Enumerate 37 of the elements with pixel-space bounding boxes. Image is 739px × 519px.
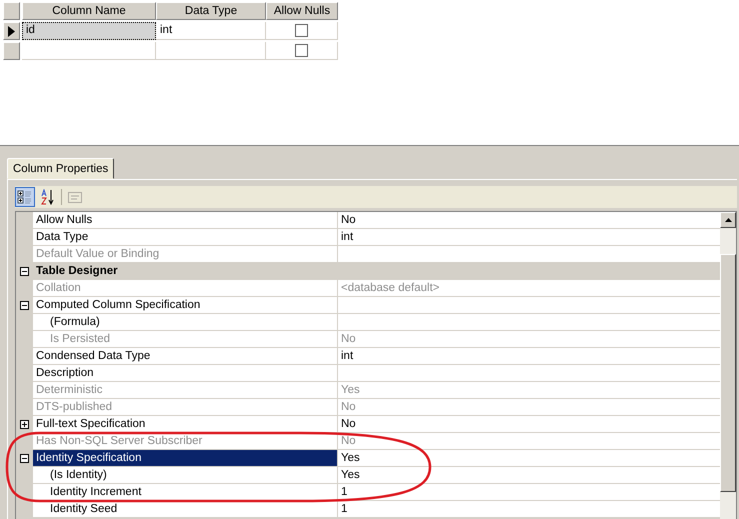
property-value[interactable]: int (338, 229, 720, 246)
property-value[interactable]: No (338, 212, 720, 229)
column-header[interactable]: Allow Nulls (266, 2, 338, 20)
property-name[interactable]: Description (33, 365, 338, 382)
property-name[interactable]: Computed Column Specification (33, 297, 338, 314)
property-value[interactable]: No (338, 416, 720, 433)
property-name[interactable]: Full-text Specification (33, 416, 338, 433)
property-name[interactable]: (Is Identity) (33, 467, 338, 484)
categorized-button[interactable] (15, 187, 35, 207)
property-name[interactable]: (Formula) (33, 314, 338, 331)
column-header[interactable]: Column Name (22, 2, 156, 20)
property-name[interactable]: Allow Nulls (33, 212, 338, 229)
property-name[interactable]: Identity Specification (33, 450, 338, 467)
scroll-up-icon (724, 218, 732, 222)
expander[interactable] (20, 420, 29, 429)
checkbox[interactable] (295, 24, 308, 37)
expander[interactable] (20, 454, 29, 463)
table-cell[interactable] (156, 42, 266, 60)
column-header[interactable]: Data Type (156, 2, 266, 20)
table-cell[interactable] (22, 42, 156, 60)
property-value[interactable]: int (338, 348, 720, 365)
scrollbar[interactable] (720, 212, 736, 519)
property-value[interactable]: 1 (338, 484, 720, 501)
property-value[interactable]: Yes (338, 450, 720, 467)
property-value[interactable]: 1 (338, 501, 720, 518)
property-name[interactable]: Identity Increment (33, 484, 338, 501)
table-cell[interactable]: id (22, 22, 156, 40)
current-row-icon (8, 26, 15, 36)
row-header[interactable] (3, 22, 20, 40)
checkbox[interactable] (295, 44, 308, 57)
panel-tab[interactable]: Column Properties (7, 158, 114, 179)
expander[interactable] (20, 267, 29, 276)
expander[interactable] (20, 301, 29, 310)
property-value[interactable]: Yes (338, 467, 720, 484)
property-name[interactable]: Condensed Data Type (33, 348, 338, 365)
table-cell[interactable]: int (156, 22, 266, 40)
property-name[interactable]: Data Type (33, 229, 338, 246)
